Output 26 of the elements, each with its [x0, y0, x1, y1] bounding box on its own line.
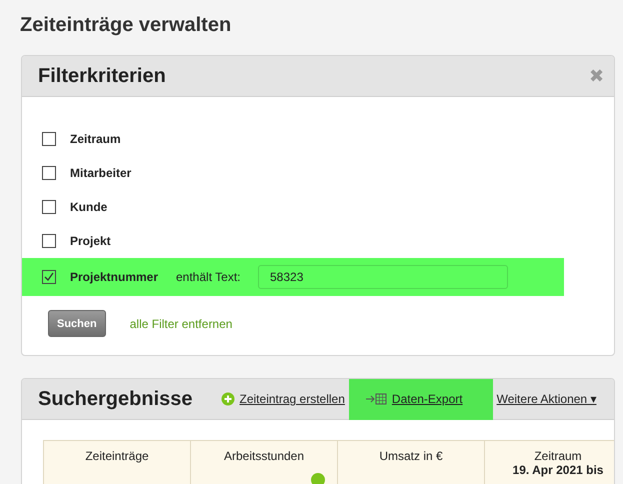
condition-label: enthält Text:: [176, 270, 242, 284]
text-field[interactable]: 58323: [258, 265, 508, 289]
panel-title: Suchergebnisse: [38, 388, 193, 410]
export-link[interactable]: Daten-Export: [348, 379, 493, 420]
stat-label: Zeitraum: [533, 449, 583, 463]
filter-label: Zeitraum: [70, 132, 122, 146]
search-button[interactable]: Suchen: [48, 310, 106, 337]
more-actions-link[interactable]: Weitere Aktionen ▾: [492, 392, 600, 406]
filter-label: Projekt: [70, 234, 112, 248]
export-icon: [364, 393, 387, 405]
stat-label: Zeiteinträge: [84, 449, 150, 463]
create-entry-link[interactable]: Zeiteintrag erstellen: [216, 392, 349, 406]
filter-label: Kunde: [70, 200, 108, 214]
checkbox[interactable]: [42, 200, 56, 214]
stat-value: 19. Apr 2021 bis: [512, 463, 604, 477]
stat-label: Arbeitsstunden: [222, 449, 306, 463]
page-title: Zeiteinträge verwalten: [20, 14, 232, 37]
filter-label: Projektnummer: [70, 270, 160, 284]
add-icon: [220, 392, 235, 406]
checkbox[interactable]: [42, 132, 56, 146]
stat-label: Umsatz in €: [378, 449, 444, 463]
panel-title: Filterkriterien: [38, 64, 166, 88]
checkbox[interactable]: [42, 234, 56, 248]
checkbox[interactable]: [42, 166, 56, 180]
checkbox[interactable]: [42, 270, 56, 284]
filter-label: Mitarbeiter: [70, 166, 132, 180]
